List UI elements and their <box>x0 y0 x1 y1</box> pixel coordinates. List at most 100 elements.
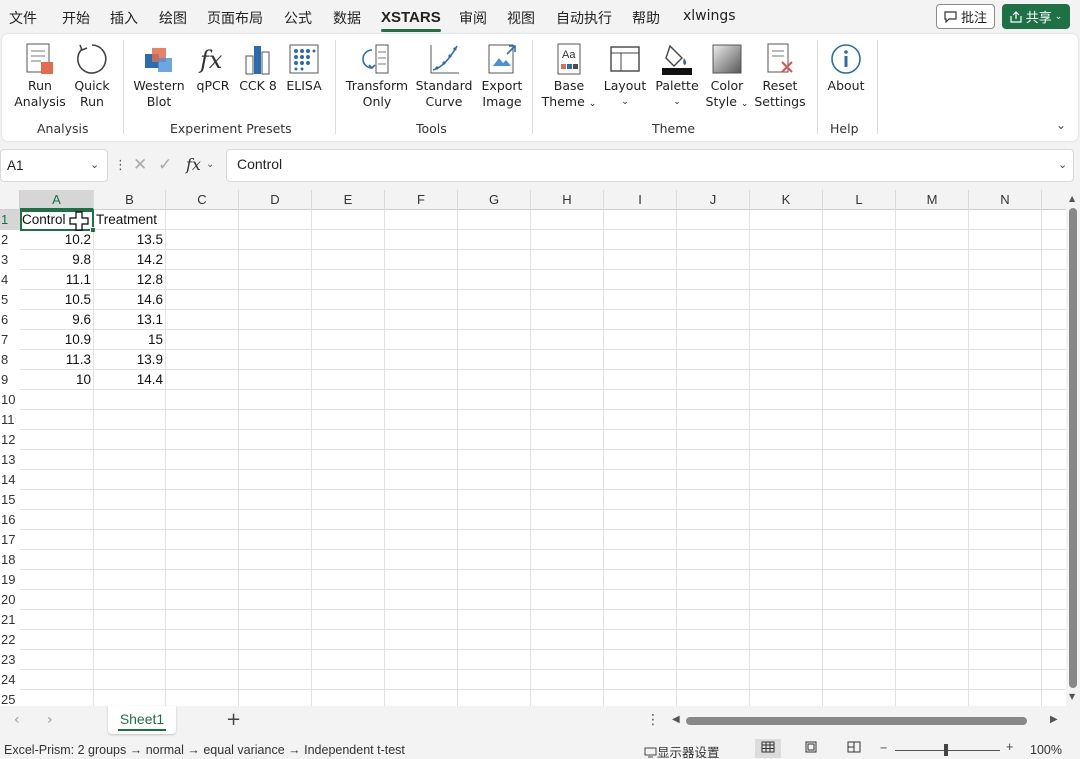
vertical-scroll-thumb[interactable] <box>1069 208 1077 688</box>
column-header[interactable]: K <box>750 190 823 210</box>
scroll-left-icon[interactable]: ◀ <box>672 714 680 725</box>
column-header[interactable]: I <box>604 190 677 210</box>
column-header[interactable]: J <box>677 190 750 210</box>
cell-treatment-value[interactable]: 15 <box>94 330 166 350</box>
scroll-up-icon[interactable]: ▲ <box>1069 194 1075 203</box>
row-header[interactable]: 3 <box>0 250 20 270</box>
menu-tab-file[interactable]: 文件 <box>9 8 37 28</box>
comment-button[interactable]: 批注 <box>936 4 995 29</box>
row-header[interactable]: 9 <box>0 370 20 390</box>
row-header[interactable]: 8 <box>0 350 20 370</box>
western-blot-button[interactable]: Western Blot <box>132 42 186 110</box>
cell-control-value[interactable]: 10 <box>20 370 94 390</box>
ribbon-collapse-icon[interactable]: ⌄ <box>1056 118 1066 132</box>
row-header[interactable]: 19 <box>0 570 20 590</box>
row-header[interactable]: 12 <box>0 430 20 450</box>
share-chevron-icon[interactable]: ⌄ <box>1055 12 1063 22</box>
row-header[interactable]: 17 <box>0 530 20 550</box>
menu-tab-home[interactable]: 开始 <box>62 8 90 28</box>
column-header[interactable]: C <box>166 190 239 210</box>
standard-curve-button[interactable]: Standard Curve <box>414 42 474 110</box>
row-header[interactable]: 7 <box>0 330 20 350</box>
page-layout-view-button[interactable] <box>798 739 824 758</box>
layout-button[interactable]: Layout ⌄ <box>602 42 648 110</box>
row-header[interactable]: 4 <box>0 270 20 290</box>
column-header[interactable]: H <box>531 190 604 210</box>
row-header[interactable]: 5 <box>0 290 20 310</box>
normal-view-button[interactable] <box>755 739 781 758</box>
display-settings-button[interactable]: 显示器设置 <box>644 742 720 759</box>
color-style-button[interactable]: Color Style ⌄ <box>704 42 750 112</box>
transform-only-button[interactable]: Transform Only <box>343 42 411 110</box>
menu-tab-page-layout[interactable]: 页面布局 <box>207 8 263 28</box>
cell-control-value[interactable]: 10.2 <box>20 230 94 250</box>
row-header[interactable]: 13 <box>0 450 20 470</box>
row-header[interactable]: 2 <box>0 230 20 250</box>
cell-control-value[interactable]: 10.9 <box>20 330 94 350</box>
scroll-right-icon[interactable]: ▶ <box>1050 714 1058 725</box>
row-header[interactable]: 6 <box>0 310 20 330</box>
column-header[interactable]: G <box>458 190 531 210</box>
menu-tab-insert[interactable]: 插入 <box>110 8 138 28</box>
quick-run-button[interactable]: Quick Run <box>70 42 114 110</box>
column-header[interactable]: L <box>823 190 896 210</box>
horizontal-scroll-thumb[interactable] <box>686 717 1027 725</box>
name-box-chevron-icon[interactable]: ⌄ <box>90 158 99 171</box>
zoom-out-button[interactable]: − <box>880 741 887 755</box>
previous-sheet-icon[interactable]: ‹ <box>14 712 20 728</box>
row-header[interactable]: 22 <box>0 630 20 650</box>
column-header[interactable]: A <box>20 190 94 210</box>
function-chevron-icon[interactable]: ⌄ <box>206 159 214 170</box>
cell-control-value[interactable]: 11.3 <box>20 350 94 370</box>
page-break-view-button[interactable] <box>841 739 867 758</box>
insert-function-icon[interactable]: fx <box>186 155 201 174</box>
row-header[interactable]: 21 <box>0 610 20 630</box>
zoom-slider-handle[interactable] <box>944 744 948 756</box>
run-analysis-button[interactable]: Run Analysis <box>12 42 68 110</box>
base-theme-button[interactable]: Aa Base Theme ⌄ <box>540 42 598 112</box>
row-header[interactable]: 14 <box>0 470 20 490</box>
fill-handle[interactable] <box>90 227 96 233</box>
column-header[interactable]: E <box>312 190 385 210</box>
row-header[interactable]: 11 <box>0 410 20 430</box>
row-header[interactable]: 16 <box>0 510 20 530</box>
cck8-button[interactable]: CCK 8 <box>237 42 279 94</box>
zoom-in-button[interactable]: + <box>1006 740 1013 754</box>
cell-treatment-value[interactable]: 13.9 <box>94 350 166 370</box>
menu-tab-review[interactable]: 审阅 <box>459 8 487 28</box>
row-header[interactable]: 20 <box>0 590 20 610</box>
next-sheet-icon[interactable]: › <box>47 712 53 728</box>
worksheet-grid[interactable]: ABCDEFGHIJKLMN 1 2 3 4 5 6 7 8 9 10 11 12 13 14 15 16 17… <box>0 190 1066 706</box>
formula-input[interactable]: Control <box>226 149 1074 182</box>
formula-options-icon[interactable]: ⋮ <box>114 158 127 173</box>
cell-treatment-value[interactable]: 14.2 <box>94 250 166 270</box>
row-header[interactable]: 18 <box>0 550 20 570</box>
menu-tab-draw[interactable]: 绘图 <box>159 8 187 28</box>
enter-icon[interactable]: ✓ <box>158 155 172 175</box>
zoom-level[interactable]: 100% <box>1030 743 1062 757</box>
column-header[interactable]: M <box>896 190 969 210</box>
cell-treatment-value[interactable]: 13.5 <box>94 230 166 250</box>
row-header[interactable]: 15 <box>0 490 20 510</box>
cell-treatment-value[interactable]: 12.8 <box>94 270 166 290</box>
row-header[interactable]: 10 <box>0 390 20 410</box>
cell-control-value[interactable]: 9.6 <box>20 310 94 330</box>
column-header[interactable]: F <box>385 190 458 210</box>
menu-tab-xstars[interactable]: XSTARS <box>381 9 441 32</box>
sheet-tab-sheet1[interactable]: Sheet1 <box>108 706 176 734</box>
select-all-corner[interactable] <box>0 190 20 210</box>
about-button[interactable]: About <box>824 42 868 94</box>
cancel-icon[interactable]: ✕ <box>133 155 147 175</box>
qpcr-button[interactable]: fx qPCR <box>193 42 233 94</box>
cell-control-value[interactable]: 10.5 <box>20 290 94 310</box>
palette-button[interactable]: Palette ⌄ <box>652 42 702 110</box>
menu-tab-formulas[interactable]: 公式 <box>284 8 312 28</box>
add-sheet-icon[interactable]: + <box>226 709 241 730</box>
cell-treatment-value[interactable]: 14.6 <box>94 290 166 310</box>
reset-settings-button[interactable]: Reset Settings <box>752 42 808 110</box>
cell-header-treatment[interactable]: Treatment <box>94 210 166 230</box>
column-header[interactable]: N <box>969 190 1042 210</box>
cell-treatment-value[interactable]: 13.1 <box>94 310 166 330</box>
cell-control-value[interactable]: 11.1 <box>20 270 94 290</box>
formula-expand-icon[interactable]: ⌄ <box>1058 158 1067 171</box>
